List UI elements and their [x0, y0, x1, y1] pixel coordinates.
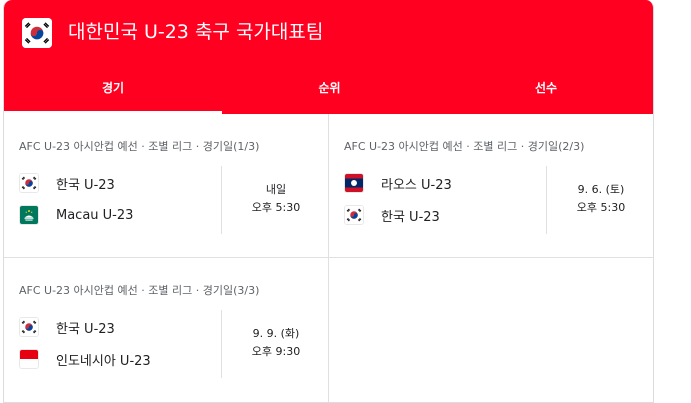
- south-korea-flag-icon: [19, 173, 39, 193]
- tab-bar: 경기 순위 선수: [4, 62, 653, 114]
- match-time: 9. 6. (토) 오후 5:30: [546, 181, 653, 217]
- tab-matches[interactable]: 경기: [4, 62, 222, 114]
- competition-label: AFC U-23 아시안컵 예선 · 조별 리그 · 경기일(2/3): [344, 140, 585, 153]
- match-time: 9. 9. (화) 오후 9:30: [221, 325, 331, 361]
- match-grid: AFC U-23 아시안컵 예선 · 조별 리그 · 경기일(1/3) 한국 U…: [4, 114, 653, 402]
- tab-players[interactable]: 선수: [437, 62, 653, 114]
- indonesia-flag-icon: [19, 349, 39, 369]
- team-name: 인도네시아 U-23: [56, 353, 151, 369]
- team-logo[interactable]: [22, 18, 52, 48]
- team-row: 인도네시아 U-23: [19, 348, 151, 370]
- match-card[interactable]: AFC U-23 아시안컵 예선 · 조별 리그 · 경기일(3/3) 한국 U…: [4, 258, 331, 402]
- south-korea-flag-icon: [344, 205, 364, 225]
- team-name: 한국 U-23: [381, 209, 440, 225]
- match-card[interactable]: AFC U-23 아시안컵 예선 · 조별 리그 · 경기일(2/3) 라오스 …: [329, 114, 653, 258]
- team-name: 라오스 U-23: [381, 177, 452, 193]
- team-row: 라오스 U-23: [344, 172, 452, 194]
- south-korea-flag-icon: [22, 18, 52, 48]
- laos-flag-icon: [344, 173, 364, 193]
- match-card[interactable]: AFC U-23 아시안컵 예선 · 조별 리그 · 경기일(1/3) 한국 U…: [4, 114, 329, 258]
- competition-label: AFC U-23 아시안컵 예선 · 조별 리그 · 경기일(1/3): [19, 140, 260, 153]
- team-name: 한국 U-23: [56, 321, 115, 337]
- team-row: 한국 U-23: [344, 204, 440, 226]
- team-row: Macau U-23: [19, 204, 133, 226]
- match-clock: 오후 9:30: [251, 345, 301, 358]
- team-title[interactable]: 대한민국 U-23 축구 국가대표팀: [68, 19, 323, 45]
- team-header: 대한민국 U-23 축구 국가대표팀 경기 순위 선수: [4, 0, 653, 114]
- team-row: 한국 U-23: [19, 172, 115, 194]
- match-clock: 오후 5:30: [251, 201, 301, 214]
- south-korea-flag-icon: [19, 317, 39, 337]
- match-date: 9. 9. (화): [252, 327, 300, 340]
- match-date: 내일: [265, 183, 287, 196]
- sports-card: 대한민국 U-23 축구 국가대표팀 경기 순위 선수 AFC U-23 아시안…: [3, 0, 654, 403]
- team-name: 한국 U-23: [56, 177, 115, 193]
- match-date: 9. 6. (토): [577, 183, 625, 196]
- match-time: 내일 오후 5:30: [221, 181, 331, 217]
- team-row: 한국 U-23: [19, 316, 115, 338]
- team-name: Macau U-23: [56, 207, 134, 223]
- tab-standings[interactable]: 순위: [222, 62, 437, 114]
- empty-cell: [329, 258, 653, 402]
- match-clock: 오후 5:30: [576, 201, 626, 214]
- macau-flag-icon: [19, 205, 39, 225]
- competition-label: AFC U-23 아시안컵 예선 · 조별 리그 · 경기일(3/3): [19, 284, 260, 297]
